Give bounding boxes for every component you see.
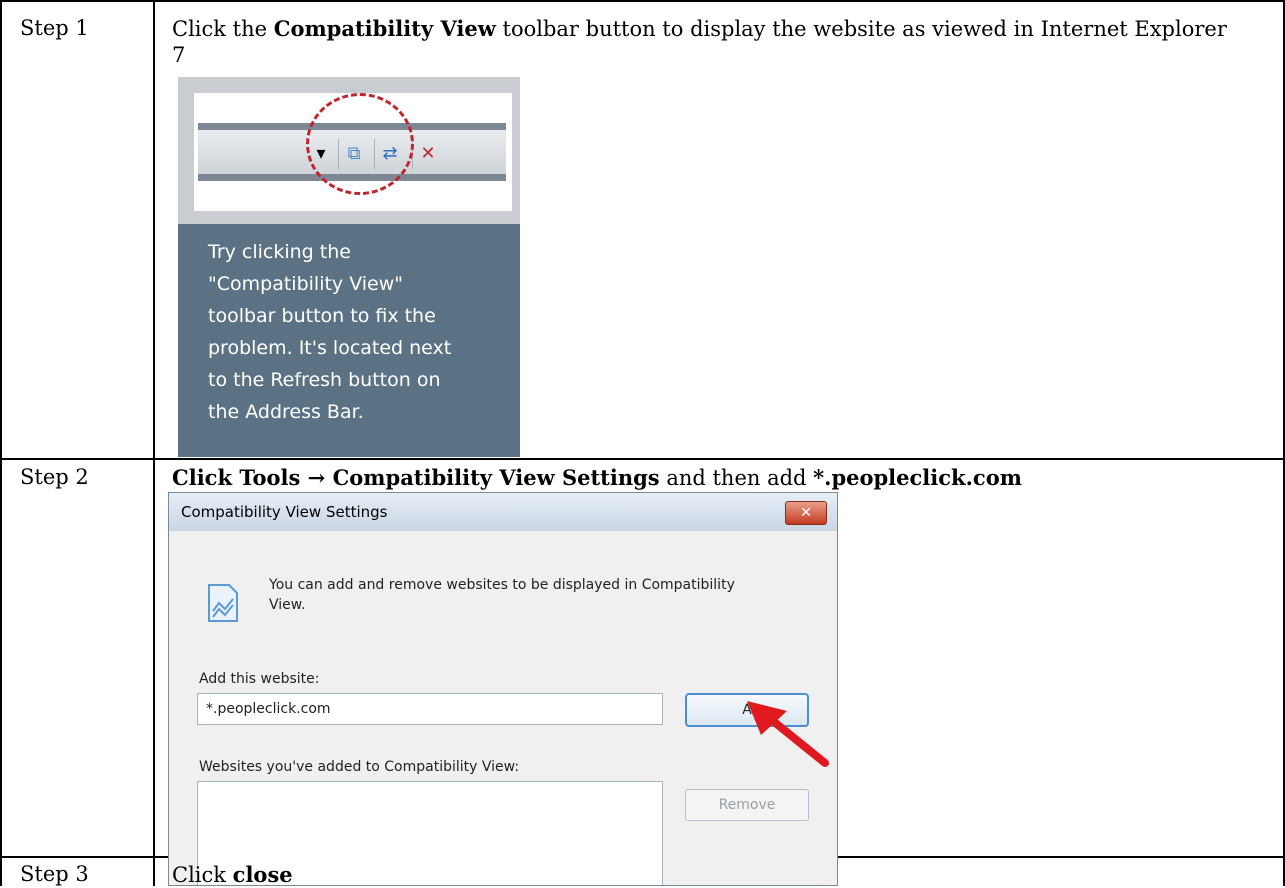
step-label: Step 3 — [20, 862, 89, 886]
add-website-label: Add this website: — [199, 671, 320, 687]
instruction-bold: Compatibility View — [273, 16, 496, 41]
table-border-top — [0, 0, 1285, 2]
instruction-text: Click — [172, 863, 233, 887]
step-instruction: Click close — [172, 862, 293, 888]
step-instruction: Click Tools → Compatibility View Setting… — [172, 465, 1272, 491]
highlight-circle — [306, 93, 414, 195]
instructions-table: Step 1 Click the Compatibility View tool… — [0, 0, 1285, 888]
instruction-bold: *.peopleclick.com — [813, 465, 1022, 490]
instruction-text: Click the — [172, 17, 274, 41]
red-arrow-icon — [747, 701, 829, 767]
add-website-input[interactable]: *.peopleclick.com — [197, 693, 663, 725]
tip-text: Try clicking the "Compatibility View" to… — [178, 224, 520, 457]
stop-icon: ✕ — [412, 139, 443, 169]
compatibility-view-screenshot: ▾ ⧉ ⇄ ✕ Try clicking the "Compatibility … — [178, 77, 520, 457]
instruction-bold: Click Tools → Compatibility View Setting… — [172, 465, 660, 490]
step-instruction: Click the Compatibility View toolbar but… — [172, 16, 1232, 68]
compatibility-view-icon — [208, 584, 238, 622]
table-row-divider — [0, 458, 1285, 460]
instruction-text: and then add — [659, 466, 814, 490]
table-column-divider — [153, 0, 155, 886]
toolbar-frame: ▾ ⧉ ⇄ ✕ — [178, 77, 520, 224]
added-websites-label: Websites you've added to Compatibility V… — [199, 759, 520, 775]
instruction-bold: close — [232, 862, 293, 887]
step-label: Step 2 — [20, 465, 89, 489]
step-label: Step 1 — [20, 16, 89, 40]
compatibility-view-settings-dialog: Compatibility View Settings ✕ You can ad… — [168, 492, 838, 886]
close-icon[interactable]: ✕ — [785, 501, 827, 525]
toolbar-panel: ▾ ⧉ ⇄ ✕ — [194, 93, 512, 211]
remove-button: Remove — [685, 789, 809, 821]
table-border-left — [0, 0, 2, 886]
dialog-description: You can add and remove websites to be di… — [269, 577, 735, 613]
dialog-title: Compatibility View Settings — [169, 493, 837, 531]
